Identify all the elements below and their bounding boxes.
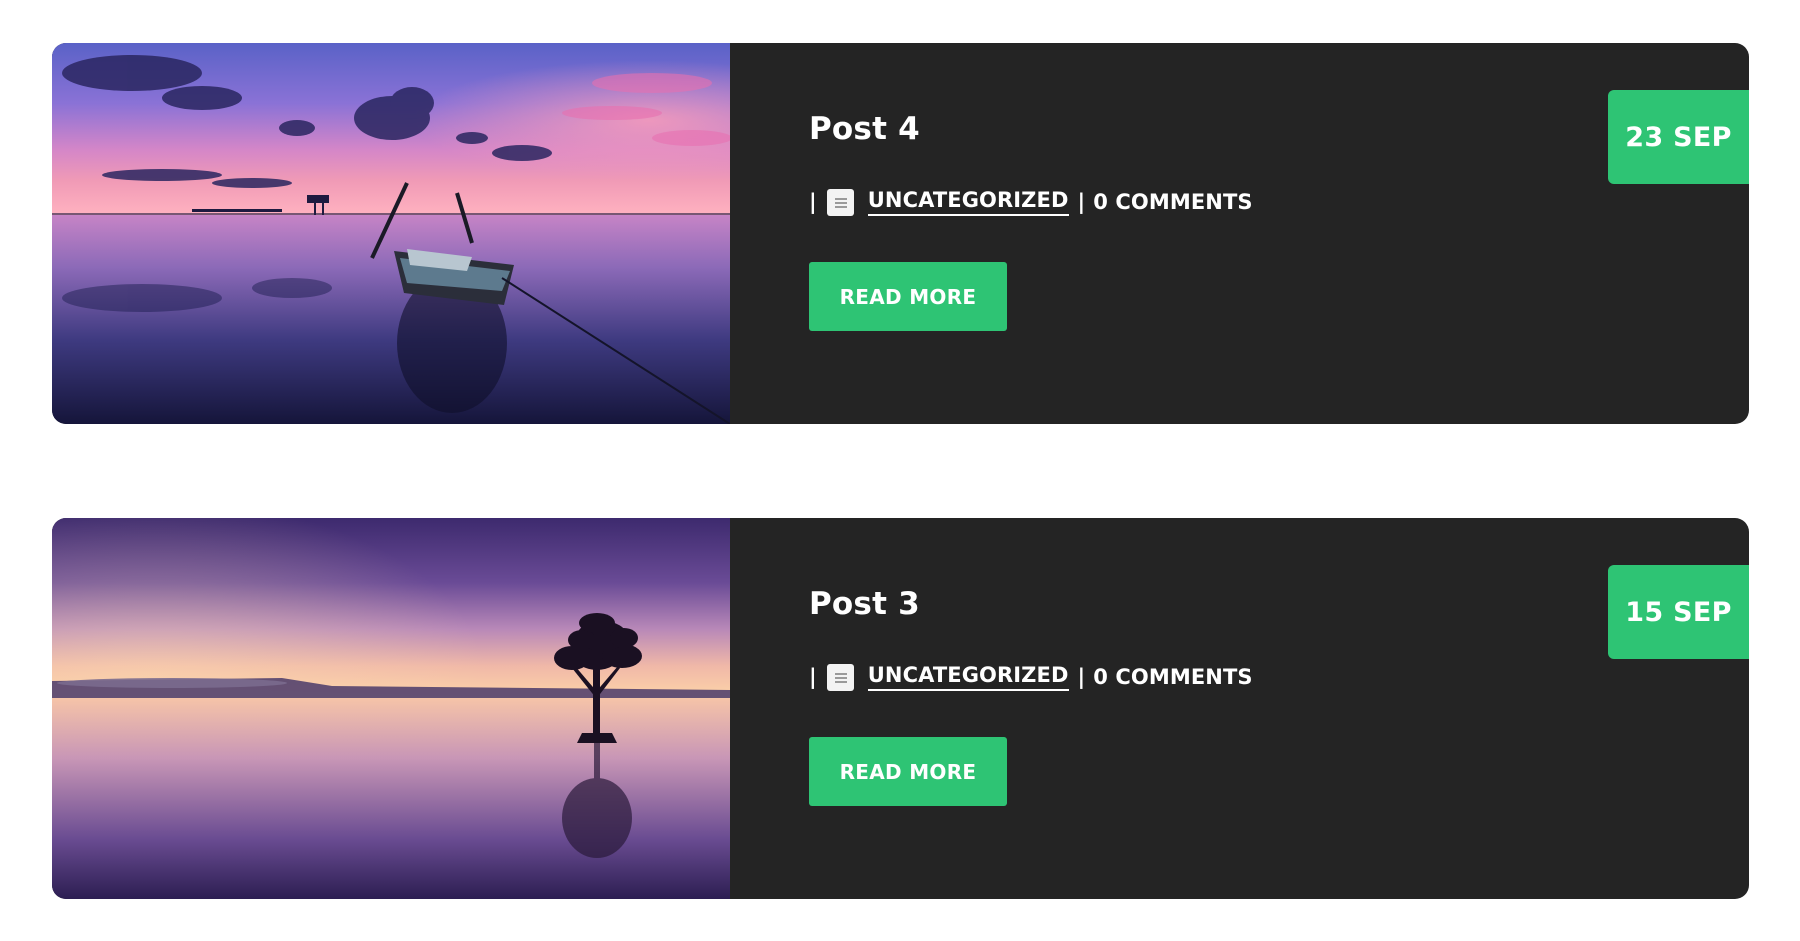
date-badge: 15 SEP xyxy=(1608,565,1749,659)
tree-dusk-image xyxy=(52,518,730,899)
post-meta: | UNCATEGORIZED | 0 COMMENTS xyxy=(809,188,1253,216)
post-card: Post 4 | UNCATEGORIZED | 0 COMMENTS READ… xyxy=(52,43,1749,424)
post-content: Post 3 | UNCATEGORIZED | 0 COMMENTS READ… xyxy=(730,518,1749,899)
post-thumbnail-tree[interactable] xyxy=(52,518,730,899)
read-more-button[interactable]: READ MORE xyxy=(809,737,1007,806)
post-meta: | UNCATEGORIZED | 0 COMMENTS xyxy=(809,663,1253,691)
boat-sunset-image xyxy=(52,43,730,424)
meta-separator: | xyxy=(1077,190,1086,214)
comments-count: 0 COMMENTS xyxy=(1093,665,1253,689)
post-thumbnail-boat[interactable] xyxy=(52,43,730,424)
post-title[interactable]: Post 4 xyxy=(809,111,920,147)
category-link[interactable]: UNCATEGORIZED xyxy=(867,188,1069,216)
date-badge: 23 SEP xyxy=(1608,90,1749,184)
category-link[interactable]: UNCATEGORIZED xyxy=(867,663,1069,691)
meta-separator: | xyxy=(809,190,817,214)
post-list: Post 4 | UNCATEGORIZED | 0 COMMENTS READ… xyxy=(52,43,1749,899)
meta-separator: | xyxy=(1077,665,1086,689)
post-card: Post 3 | UNCATEGORIZED | 0 COMMENTS READ… xyxy=(52,518,1749,899)
comments-count: 0 COMMENTS xyxy=(1093,190,1253,214)
meta-separator: | xyxy=(809,665,817,689)
post-title[interactable]: Post 3 xyxy=(809,586,920,622)
read-more-button[interactable]: READ MORE xyxy=(809,262,1007,331)
post-content: Post 4 | UNCATEGORIZED | 0 COMMENTS READ… xyxy=(730,43,1749,424)
document-icon xyxy=(826,663,854,691)
document-icon xyxy=(826,188,854,216)
